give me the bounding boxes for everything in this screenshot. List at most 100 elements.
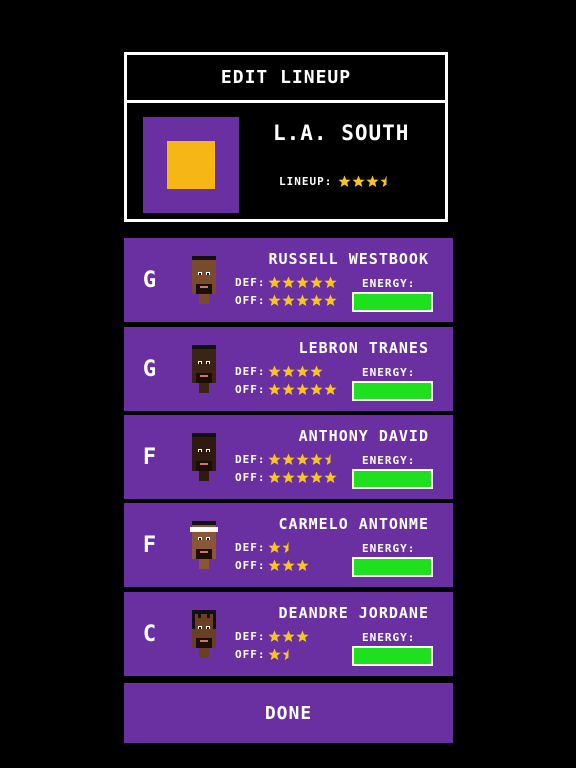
- player-name: DEANDRE JORDANE: [278, 604, 429, 622]
- lineup-stars: [338, 175, 393, 188]
- player-avatar: [186, 341, 222, 399]
- off-label: OFF:: [235, 383, 266, 396]
- off-star-icon: [268, 294, 281, 306]
- def-star-icon: [282, 630, 295, 642]
- def-label: DEF:: [235, 630, 266, 643]
- player-name: CARMELO ANTONME: [278, 515, 429, 533]
- off-stars: [268, 471, 337, 484]
- off-star-icon: [324, 294, 337, 306]
- off-star-icon: [296, 294, 309, 306]
- page-title: EDIT LINEUP: [127, 55, 445, 103]
- energy-bar: [352, 557, 433, 577]
- def-star-icon: [268, 276, 281, 288]
- off-star-icon: [324, 471, 337, 483]
- def-star-icon: [282, 276, 295, 288]
- def-label: DEF:: [235, 365, 266, 378]
- lineup-star-icon: [352, 175, 365, 187]
- energy-label: ENERGY:: [362, 366, 416, 379]
- lineup-half-star-icon: [380, 175, 387, 187]
- energy-bar: [352, 292, 433, 312]
- def-label: DEF:: [235, 541, 266, 554]
- player-name: RUSSELL WESTBOOK: [268, 250, 429, 268]
- off-star-icon: [310, 471, 323, 483]
- player-position: G: [142, 268, 158, 293]
- def-star-icon: [296, 453, 309, 465]
- lineup-star-icon: [338, 175, 351, 187]
- def-star-icon: [268, 541, 281, 553]
- off-star-icon: [282, 294, 295, 306]
- team-logo: [143, 117, 239, 213]
- off-stars: [268, 648, 295, 661]
- off-star-icon: [282, 383, 295, 395]
- def-star-icon: [324, 276, 337, 288]
- player-position: F: [142, 533, 158, 558]
- player-avatar: [186, 517, 222, 575]
- off-star-icon: [310, 294, 323, 306]
- def-stars: [268, 630, 309, 643]
- off-label: OFF:: [235, 471, 266, 484]
- player-position: C: [142, 622, 158, 647]
- lineup-label: LINEUP:: [279, 175, 333, 188]
- def-star-icon: [310, 365, 323, 377]
- off-label: OFF:: [235, 648, 266, 661]
- energy-label: ENERGY:: [362, 542, 416, 555]
- off-star-icon: [296, 559, 309, 571]
- off-star-icon: [268, 471, 281, 483]
- def-stars: [268, 541, 295, 554]
- off-stars: [268, 294, 337, 307]
- player-card[interactable]: G RUSSELL WESTBOOK DEF: OFF: ENERGY:: [124, 238, 453, 322]
- player-position: F: [142, 445, 158, 470]
- def-star-icon: [296, 365, 309, 377]
- def-star-icon: [268, 630, 281, 642]
- off-star-icon: [296, 383, 309, 395]
- player-name: LEBRON TRANES: [298, 339, 429, 357]
- off-star-icon: [268, 559, 281, 571]
- def-star-icon: [282, 453, 295, 465]
- def-star-icon: [310, 453, 323, 465]
- off-stars: [268, 383, 337, 396]
- energy-label: ENERGY:: [362, 277, 416, 290]
- player-card[interactable]: F CARMELO ANTONME DEF: OFF: ENERGY:: [124, 503, 453, 587]
- def-star-icon: [296, 276, 309, 288]
- player-avatar: [186, 606, 222, 664]
- lineup-star-icon: [366, 175, 379, 187]
- off-star-icon: [268, 383, 281, 395]
- player-card[interactable]: F ANTHONY DAVID DEF: OFF: ENERGY:: [124, 415, 453, 499]
- def-star-icon: [268, 453, 281, 465]
- off-half-star-icon: [282, 648, 289, 660]
- def-label: DEF:: [235, 453, 266, 466]
- off-stars: [268, 559, 309, 572]
- lineup-header-panel: EDIT LINEUP L.A. SOUTH LINEUP:: [124, 52, 448, 222]
- def-stars: [268, 365, 323, 378]
- def-star-icon: [310, 276, 323, 288]
- done-button[interactable]: DONE: [124, 683, 453, 743]
- def-stars: [268, 453, 337, 466]
- player-avatar: [186, 429, 222, 487]
- off-star-icon: [268, 648, 281, 660]
- def-half-star-icon: [324, 453, 331, 465]
- team-logo-inner: [167, 141, 215, 189]
- off-label: OFF:: [235, 559, 266, 572]
- player-card[interactable]: C DEANDRE JORDANE DEF: OFF: ENERGY:: [124, 592, 453, 676]
- off-star-icon: [282, 471, 295, 483]
- energy-bar: [352, 646, 433, 666]
- team-name: L.A. SOUTH: [273, 121, 410, 145]
- def-star-icon: [296, 630, 309, 642]
- off-star-icon: [324, 383, 337, 395]
- off-star-icon: [310, 383, 323, 395]
- off-star-icon: [296, 471, 309, 483]
- player-position: G: [142, 357, 158, 382]
- energy-label: ENERGY:: [362, 454, 416, 467]
- def-stars: [268, 276, 337, 289]
- energy-bar: [352, 381, 433, 401]
- player-name: ANTHONY DAVID: [298, 427, 429, 445]
- def-star-icon: [268, 365, 281, 377]
- def-label: DEF:: [235, 276, 266, 289]
- lineup-rating: LINEUP:: [279, 175, 393, 188]
- energy-label: ENERGY:: [362, 631, 416, 644]
- player-avatar: [186, 252, 222, 310]
- def-half-star-icon: [282, 541, 289, 553]
- off-label: OFF:: [235, 294, 266, 307]
- player-card[interactable]: G LEBRON TRANES DEF: OFF: ENERGY:: [124, 327, 453, 411]
- energy-bar: [352, 469, 433, 489]
